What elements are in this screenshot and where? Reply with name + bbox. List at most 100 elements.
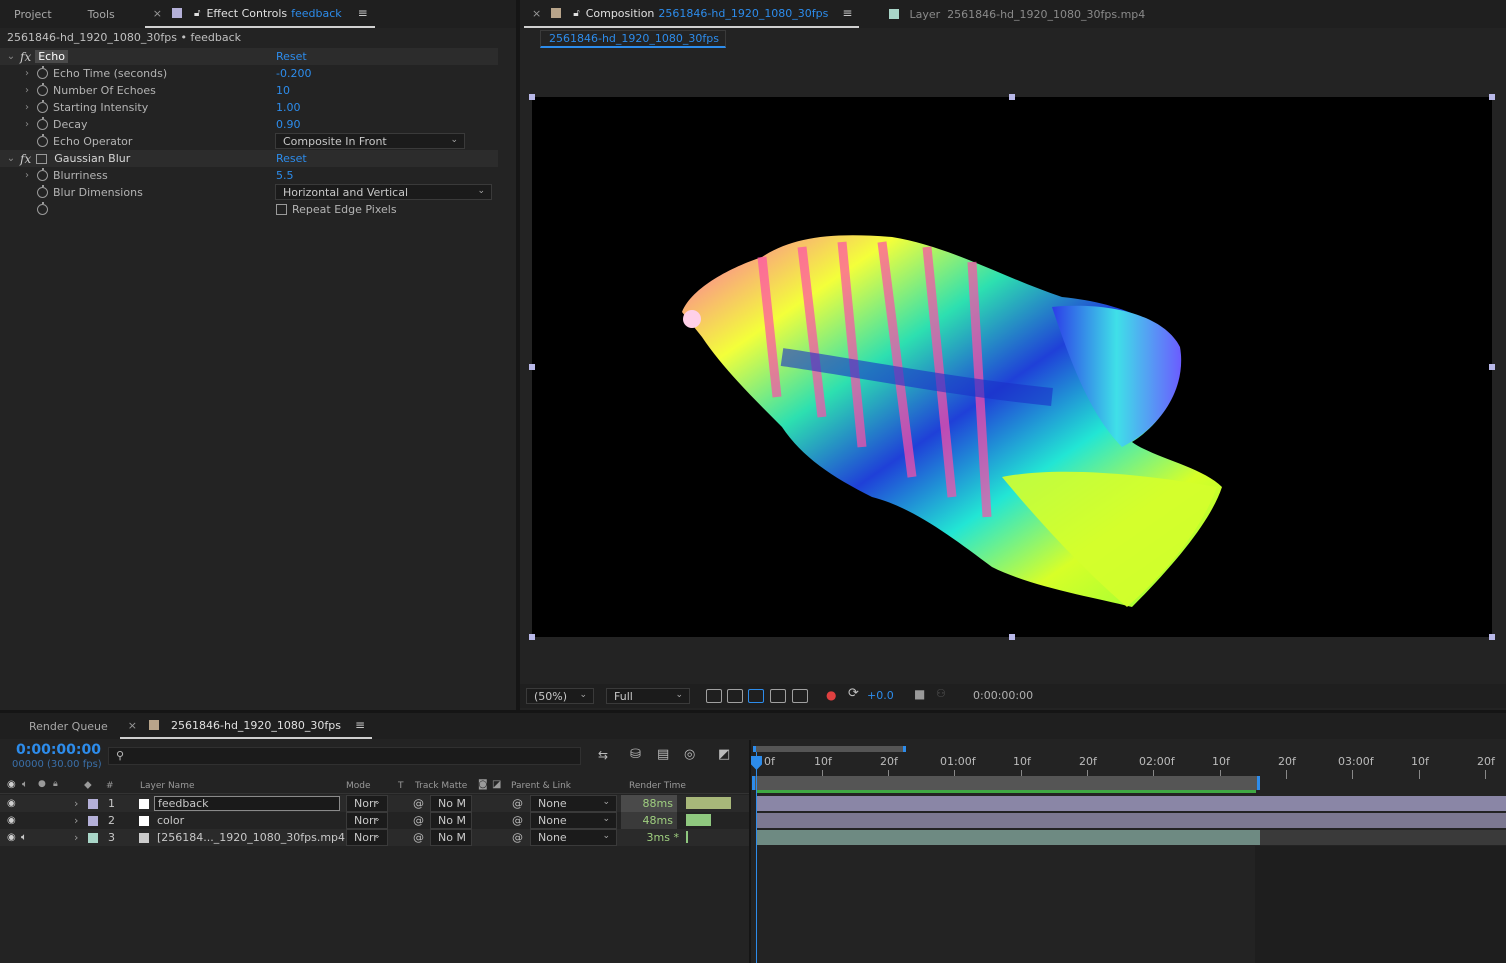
pickwhip-icon[interactable]: @ bbox=[413, 829, 424, 846]
comp-subtab[interactable]: 2561846-hd_1920_1080_30fps bbox=[540, 30, 726, 48]
time-ruler[interactable] bbox=[751, 752, 1506, 776]
layer-name-field[interactable]: feedback bbox=[154, 796, 340, 811]
layer-row[interactable]: ◉ 🔈︎ › 3 [256184..._1920_1080_30fps.mp4]… bbox=[0, 829, 750, 846]
close-icon[interactable]: × bbox=[128, 719, 137, 732]
pickwhip-icon[interactable]: @ bbox=[413, 812, 424, 829]
fx-icon[interactable]: fx bbox=[20, 50, 31, 64]
property-value[interactable]: 0.90 bbox=[276, 118, 301, 131]
stopwatch-icon[interactable] bbox=[37, 202, 48, 215]
pickwhip-icon[interactable]: @ bbox=[413, 795, 424, 812]
mask-visibility-icon[interactable] bbox=[748, 689, 764, 703]
parent-pickwhip-icon[interactable]: @ bbox=[512, 812, 523, 829]
chevron-right-icon[interactable]: › bbox=[22, 102, 32, 113]
tab-layer[interactable]: Layer 2561846-hd_1920_1080_30fps.mp4 bbox=[881, 0, 1153, 28]
property-value[interactable]: 5.5 bbox=[276, 169, 294, 182]
playhead-line[interactable] bbox=[756, 752, 757, 963]
repeat-edge-checkbox[interactable] bbox=[276, 204, 287, 215]
draft-3d-icon[interactable]: ⛁ bbox=[630, 747, 641, 762]
selection-handle[interactable] bbox=[1489, 364, 1495, 370]
show-snapshot-icon[interactable]: ⚇ bbox=[936, 687, 946, 700]
label-color-swatch[interactable] bbox=[88, 829, 98, 846]
color-channels-icon[interactable]: ● bbox=[826, 688, 836, 702]
stopwatch-icon[interactable] bbox=[37, 100, 48, 113]
layer-bar[interactable] bbox=[757, 830, 1260, 845]
lock-icon[interactable]: 🔓︎ bbox=[194, 8, 200, 19]
current-timecode[interactable]: 0:00:00:00 bbox=[16, 742, 101, 758]
chevron-right-icon[interactable]: › bbox=[22, 85, 32, 96]
motion-blur-icon[interactable]: ◎ bbox=[684, 747, 695, 762]
eye-icon[interactable]: ◉ bbox=[7, 829, 16, 846]
panel-menu-icon[interactable]: ≡ bbox=[358, 6, 368, 20]
chevron-right-icon[interactable]: › bbox=[74, 829, 78, 846]
property-value[interactable]: 10 bbox=[276, 84, 290, 97]
comp-flowchart-icon[interactable]: ⇆ bbox=[598, 748, 608, 762]
mode-select[interactable]: Norr ⌄ bbox=[346, 812, 388, 829]
property-value[interactable]: -0.200 bbox=[276, 67, 311, 80]
blur-dimensions-select[interactable]: Horizontal and Vertical ⌄ bbox=[275, 184, 492, 200]
selection-handle[interactable] bbox=[1009, 94, 1015, 100]
echo-reset-button[interactable]: Reset bbox=[276, 50, 307, 63]
fast-preview-icon[interactable] bbox=[706, 689, 722, 703]
resolution-select[interactable]: Full ⌄ bbox=[606, 688, 690, 704]
col-layer-name-header[interactable]: Layer Name bbox=[140, 781, 195, 791]
chevron-right-icon[interactable]: › bbox=[74, 812, 78, 829]
parent-select[interactable]: None ⌄ bbox=[530, 829, 617, 846]
stopwatch-icon[interactable] bbox=[37, 134, 48, 147]
chevron-right-icon[interactable]: › bbox=[22, 119, 32, 130]
close-icon[interactable]: × bbox=[153, 7, 162, 20]
mode-select[interactable]: Norr ⌄ bbox=[346, 795, 388, 812]
exposure-value[interactable]: +0.0 bbox=[867, 689, 894, 702]
layer-name[interactable]: color bbox=[157, 812, 184, 829]
transparency-grid-icon[interactable] bbox=[727, 689, 743, 703]
stopwatch-icon[interactable] bbox=[37, 185, 48, 198]
frame-blending-icon[interactable]: ▤ bbox=[657, 747, 669, 762]
selection-handle[interactable] bbox=[1009, 634, 1015, 640]
label-color-swatch[interactable] bbox=[88, 795, 98, 812]
parent-select[interactable]: None ⌄ bbox=[530, 795, 617, 812]
effect-row-gaussian-blur[interactable]: ⌄ fx Gaussian Blur Reset bbox=[0, 150, 498, 167]
close-icon[interactable]: × bbox=[532, 7, 541, 20]
work-area-range[interactable] bbox=[752, 776, 1260, 790]
comp-viewer[interactable] bbox=[532, 97, 1492, 637]
tab-tools[interactable]: Tools bbox=[60, 0, 123, 28]
layer-row[interactable]: ◉ › 2 color Norr ⌄ @ No M ⌄ @ None ⌄ 48ms bbox=[0, 812, 750, 829]
echo-operator-select[interactable]: Composite In Front ⌄ bbox=[275, 133, 465, 149]
eye-icon[interactable]: ◉ bbox=[7, 812, 16, 829]
grid-guides-icon[interactable] bbox=[792, 689, 808, 703]
layer-row[interactable]: ◉ › 1 feedback Norr ⌄ @ No M ⌄ @ None ⌄ 88m… bbox=[0, 795, 750, 812]
tab-project[interactable]: Project bbox=[0, 0, 60, 28]
chevron-right-icon[interactable]: › bbox=[22, 68, 32, 79]
selection-handle[interactable] bbox=[1489, 94, 1495, 100]
blur-reset-button[interactable]: Reset bbox=[276, 152, 307, 165]
chevron-down-icon[interactable]: ⌄ bbox=[6, 153, 16, 164]
parent-pickwhip-icon[interactable]: @ bbox=[512, 795, 523, 812]
effect-row-echo[interactable]: ⌄ fx Echo Reset bbox=[0, 48, 498, 65]
mode-select[interactable]: Norr ⌄ bbox=[346, 829, 388, 846]
tab-effect-controls[interactable]: × 🔓︎ Effect Controls feedback ≡ bbox=[144, 0, 375, 28]
eye-icon[interactable]: ◉ bbox=[7, 795, 16, 812]
track-matte-select[interactable]: No M ⌄ bbox=[430, 812, 472, 829]
tab-composition[interactable]: × 🔓︎ Composition 2561846-hd_1920_1080_30… bbox=[524, 0, 860, 28]
region-of-interest-icon[interactable] bbox=[770, 689, 786, 703]
label-color-swatch[interactable] bbox=[88, 812, 98, 829]
stopwatch-icon[interactable] bbox=[37, 117, 48, 130]
lock-icon[interactable]: 🔓︎ bbox=[573, 8, 579, 19]
selection-handle[interactable] bbox=[529, 94, 535, 100]
chevron-right-icon[interactable]: › bbox=[22, 170, 32, 181]
effect-name-gaussian-blur[interactable]: Gaussian Blur bbox=[54, 152, 130, 165]
panel-menu-icon[interactable]: ≡ bbox=[355, 718, 365, 732]
label-tag-icon[interactable]: ⬥ bbox=[84, 778, 92, 792]
snapshot-icon[interactable]: ■ bbox=[914, 687, 925, 701]
layer-bar[interactable] bbox=[757, 796, 1506, 811]
tab-render-queue[interactable]: Render Queue bbox=[0, 713, 116, 739]
parent-select[interactable]: None ⌄ bbox=[530, 812, 617, 829]
stopwatch-icon[interactable] bbox=[37, 66, 48, 79]
panel-menu-icon[interactable]: ≡ bbox=[842, 6, 852, 20]
audio-switch-icon[interactable]: 🔈︎ bbox=[22, 779, 28, 790]
effect-name-echo[interactable]: Echo bbox=[35, 50, 68, 63]
selection-handle[interactable] bbox=[1489, 634, 1495, 640]
layer-name[interactable]: [256184..._1920_1080_30fps.mp4] bbox=[157, 829, 349, 846]
reset-exposure-icon[interactable]: ⟳ bbox=[848, 686, 859, 701]
timeline-search-input[interactable]: ⚲ bbox=[108, 747, 581, 765]
chevron-down-icon[interactable]: ⌄ bbox=[6, 51, 16, 62]
